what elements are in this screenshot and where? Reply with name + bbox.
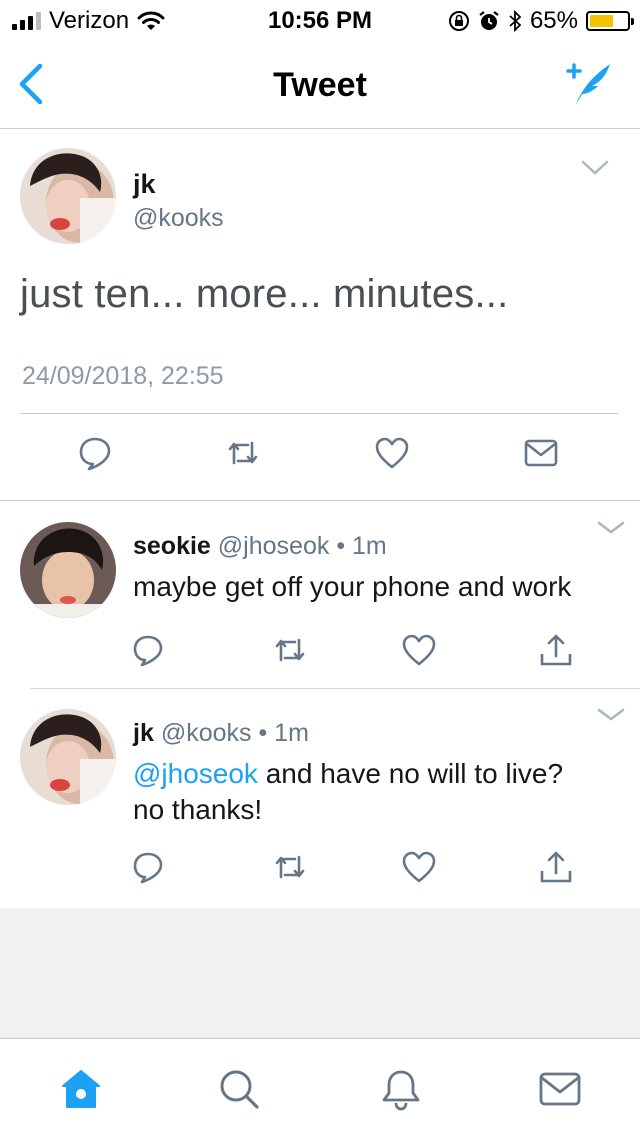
page-title: Tweet (273, 66, 367, 104)
author-name[interactable]: jk (133, 719, 154, 747)
tab-bar (0, 1038, 640, 1136)
reply-time: 1m (352, 532, 387, 560)
status-right: 65% (448, 7, 634, 35)
author-name[interactable]: jk (133, 169, 156, 200)
reply-header: seokie @jhoseok • 1m (133, 532, 387, 561)
bluetooth-icon (509, 10, 522, 32)
avatar[interactable] (20, 522, 116, 618)
battery-percent: 65% (529, 7, 578, 34)
reply-text: maybe get off your phone and work (133, 571, 572, 602)
avatar[interactable] (20, 709, 116, 805)
message-icon[interactable] (523, 435, 559, 471)
like-icon[interactable] (401, 849, 437, 885)
tweet-actions (0, 435, 640, 475)
reply-tweet[interactable]: seokie @jhoseok • 1m maybe get off your … (0, 502, 640, 688)
chevron-down-icon[interactable] (580, 159, 610, 177)
reply-icon[interactable] (130, 849, 166, 885)
separator-dot: • (336, 532, 346, 560)
reply-time: 1m (274, 719, 309, 747)
retweet-icon[interactable] (272, 849, 308, 885)
search-icon[interactable] (217, 1067, 261, 1111)
retweet-icon[interactable] (225, 435, 261, 471)
author-handle[interactable]: @kooks (133, 204, 224, 233)
divider (20, 413, 618, 414)
tweet-timestamp: 24/09/2018, 22:55 (22, 362, 224, 390)
share-icon[interactable] (538, 632, 574, 668)
like-icon[interactable] (401, 632, 437, 668)
author-handle[interactable]: @jhoseok (218, 532, 330, 560)
author-handle[interactable]: @kooks (161, 719, 252, 747)
mention-link[interactable]: @jhoseok (133, 758, 258, 789)
tweet-text: just ten... more... minutes... (20, 272, 509, 316)
reply-actions (0, 632, 640, 668)
reply-icon[interactable] (130, 632, 166, 668)
orientation-lock-icon (448, 11, 469, 31)
reply-actions (0, 849, 640, 885)
reply-text: @jhoseok and have no will to live? no th… (133, 756, 633, 828)
reply-header: jk @kooks • 1m (133, 719, 309, 748)
chevron-down-icon[interactable] (596, 520, 626, 538)
empty-area (0, 908, 640, 1038)
retweet-icon[interactable] (272, 632, 308, 668)
like-icon[interactable] (374, 435, 410, 471)
battery-level (590, 15, 614, 27)
main-tweet: jk @kooks just ten... more... minutes...… (0, 129, 640, 501)
reply-text-line1: and have no will to live? (257, 758, 564, 789)
reply-text-line2: no thanks! (133, 794, 263, 825)
reply-tweet[interactable]: jk @kooks • 1m @jhoseok and have no will… (0, 689, 640, 908)
avatar[interactable] (20, 148, 116, 244)
reply-icon[interactable] (77, 435, 113, 471)
notifications-icon[interactable] (379, 1067, 423, 1111)
navigation-bar: Tweet (0, 40, 640, 129)
messages-icon[interactable] (538, 1067, 582, 1111)
alarm-icon (479, 11, 499, 30)
separator-dot: • (258, 719, 268, 747)
author-name[interactable]: seokie (133, 532, 211, 560)
status-bar: Verizon 10:56 PM 65% (0, 0, 640, 40)
home-icon[interactable] (59, 1067, 103, 1111)
compose-tweet-icon[interactable] (560, 58, 616, 106)
chevron-down-icon[interactable] (596, 707, 626, 725)
battery-icon (586, 11, 634, 31)
share-icon[interactable] (538, 849, 574, 885)
